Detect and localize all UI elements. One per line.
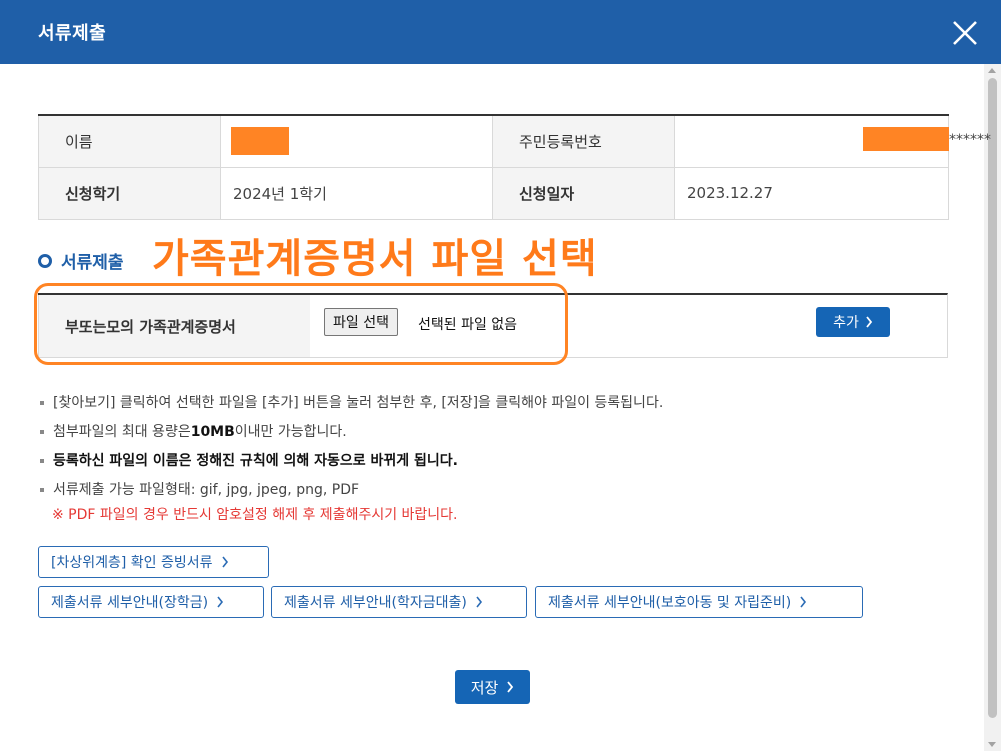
applicant-info-table: 이름 주민등록번호 ****** 신청학기 2024년 1학기 신청일자 202… — [38, 114, 991, 220]
note-item: 첨부파일의 최대 용량은 10MB 이내만 가능합니다. — [40, 417, 663, 446]
note-item: 서류제출 가능 파일형태: gif, jpg, jpeg, png, PDF — [40, 475, 663, 504]
semester-label: 신청학기 — [38, 166, 221, 220]
student-loan-guide-link[interactable]: 제출서류 세부안내(학자금대출) — [271, 586, 527, 618]
name-label: 이름 — [38, 115, 221, 168]
semester-value: 2024년 1학기 — [220, 166, 493, 220]
redacted-name — [231, 127, 289, 156]
chevron-right-icon — [221, 556, 228, 568]
annotation-text: 가족관계증명서 파일 선택 — [152, 236, 598, 282]
scroll-down-icon[interactable] — [988, 742, 996, 747]
note-item: 등록하신 파일의 이름은 정해진 규칙에 의해 자동으로 바뀌게 됩니다. — [40, 446, 663, 475]
rrn-mask-suffix: ****** — [949, 132, 991, 148]
upload-table: 부또는모의 가족관계증명서 파일 선택 선택된 파일 없음 추가 — [38, 293, 948, 358]
pdf-warning: ※ PDF 파일의 경우 반드시 암호설정 해제 후 제출해주시기 바랍니다. — [52, 507, 458, 523]
file-select-button[interactable]: 파일 선택 — [324, 308, 398, 336]
scroll-thumb[interactable] — [988, 78, 997, 718]
date-label: 신청일자 — [492, 166, 675, 220]
add-file-button[interactable]: 추가 — [816, 307, 890, 337]
section-heading: 서류제출 — [38, 248, 124, 273]
scholarship-guide-link[interactable]: 제출서류 세부안내(장학금) — [38, 586, 264, 618]
redacted-rrn — [863, 127, 949, 151]
save-button[interactable]: 저장 — [455, 670, 530, 704]
scroll-up-icon[interactable] — [988, 68, 996, 73]
notes-list: [찾아보기] 클릭하여 선택한 파일을 [추가] 버튼을 눌러 첨부한 후, [… — [40, 388, 663, 533]
chevron-right-icon — [800, 596, 807, 608]
protected-child-guide-link[interactable]: 제출서류 세부안내(보호아동 및 자립준비) — [535, 586, 863, 618]
scrollbar[interactable] — [984, 64, 1001, 751]
rrn-value: ****** — [674, 115, 991, 168]
add-button-label: 추가 — [833, 315, 859, 331]
modal-header: 서류제출 — [0, 0, 1001, 64]
chevron-right-icon — [866, 316, 873, 328]
chevron-right-icon — [476, 596, 482, 608]
close-button[interactable] — [948, 16, 982, 50]
rrn-label: 주민등록번호 — [492, 115, 675, 168]
low-income-proof-link[interactable]: [차상위계층] 확인 증빙서류 — [38, 546, 269, 578]
chevron-right-icon — [217, 596, 224, 608]
modal-title: 서류제출 — [38, 23, 107, 44]
upload-row-label: 부또는모의 가족관계증명서 — [38, 295, 310, 357]
circle-bullet-icon — [38, 253, 52, 268]
date-value: 2023.12.27 — [674, 166, 949, 220]
section-title: 서류제출 — [61, 253, 124, 273]
name-value — [220, 115, 493, 168]
chevron-right-icon — [507, 681, 514, 693]
close-icon — [953, 21, 977, 45]
note-item: [찾아보기] 클릭하여 선택한 파일을 [추가] 버튼을 눌러 첨부한 후, [… — [40, 388, 663, 417]
file-status-text: 선택된 파일 없음 — [418, 317, 518, 333]
